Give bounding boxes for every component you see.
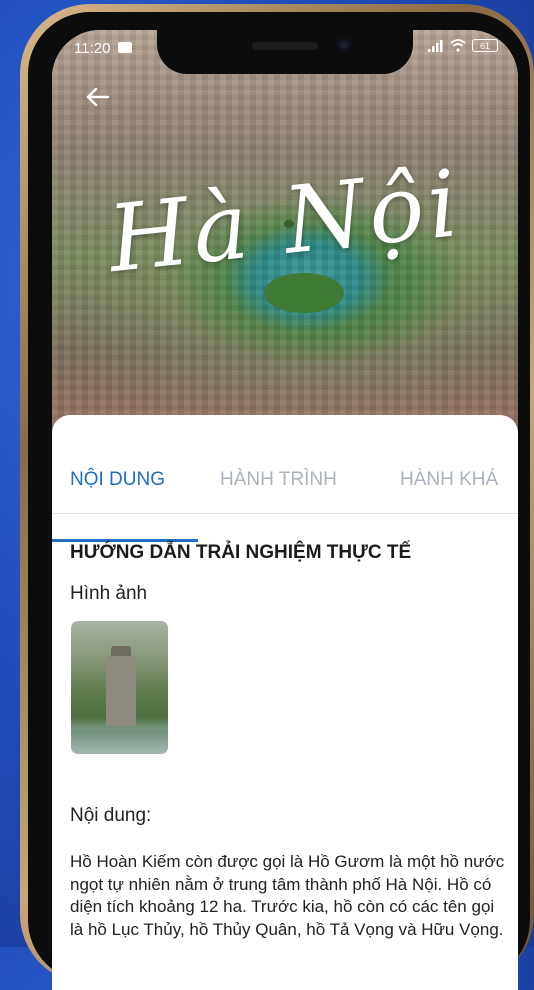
app-screen: Hà Nội 11:20 61 NỘI DUNG HÀNH TRÌNH HÀNH…: [52, 30, 518, 990]
content-card: NỘI DUNG HÀNH TRÌNH HÀNH KHÁ HƯỚNG DẪN T…: [52, 415, 518, 990]
thumbnail-water: [71, 730, 168, 754]
speaker-grille: [252, 42, 318, 50]
arrow-left-icon: [86, 87, 110, 107]
battery-icon: 61: [472, 39, 498, 52]
status-icons: 61: [428, 39, 498, 52]
hero-image: Hà Nội: [52, 30, 518, 440]
tower-body: [106, 656, 136, 726]
section-title: HƯỚNG DẪN TRẢI NGHIỆM THỰC TẾ: [70, 542, 412, 563]
content-label: Nội dung:: [70, 805, 152, 826]
content-body: Hồ Hoàn Kiếm còn được gọi là Hồ Gươm là …: [70, 852, 505, 939]
signal-icon: [428, 39, 443, 52]
back-button[interactable]: [80, 82, 116, 112]
wifi-icon: [450, 39, 466, 52]
message-icon: [118, 42, 132, 53]
images-label: Hình ảnh: [70, 583, 148, 604]
image-thumbnail[interactable]: [71, 621, 168, 754]
tab-bar: NỘI DUNG HÀNH TRÌNH HÀNH KHÁ: [52, 443, 518, 542]
status-time: 11:20: [74, 40, 111, 57]
hero-island: [264, 273, 344, 313]
tab-hanh-khach[interactable]: HÀNH KHÁ: [400, 469, 498, 491]
tab-hanh-trinh[interactable]: HÀNH TRÌNH: [220, 469, 337, 491]
front-camera: [337, 38, 351, 52]
tab-noi-dung[interactable]: NỘI DUNG: [70, 469, 165, 491]
phone-notch: [157, 30, 413, 74]
